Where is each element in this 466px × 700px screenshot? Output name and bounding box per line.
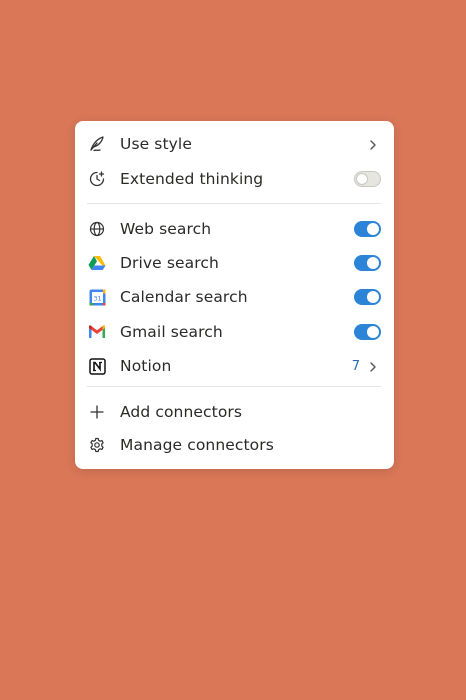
google-calendar-icon: 31 bbox=[87, 287, 107, 307]
use-style-label: Use style bbox=[120, 135, 192, 153]
gmail-search-toggle[interactable] bbox=[354, 324, 381, 340]
quill-icon bbox=[87, 134, 107, 154]
tools-menu: Use style Extended thinking Web search D… bbox=[75, 121, 394, 469]
calendar-search-item[interactable]: 31 Calendar search bbox=[75, 282, 394, 312]
toggle-knob bbox=[367, 326, 379, 338]
svg-text:31: 31 bbox=[93, 294, 101, 302]
chevron-right-icon bbox=[366, 359, 380, 373]
calendar-search-label: Calendar search bbox=[120, 288, 248, 306]
add-connectors-label: Add connectors bbox=[120, 403, 243, 421]
gmail-icon bbox=[87, 322, 107, 342]
toggle-knob bbox=[367, 223, 379, 235]
notion-icon bbox=[87, 356, 107, 376]
manage-connectors-label: Manage connectors bbox=[120, 436, 274, 454]
web-search-item[interactable]: Web search bbox=[75, 214, 394, 244]
use-style-item[interactable]: Use style bbox=[75, 129, 394, 159]
add-connectors-item[interactable]: Add connectors bbox=[75, 397, 394, 427]
notion-count: 7 bbox=[351, 358, 360, 374]
divider bbox=[87, 386, 381, 387]
gmail-search-label: Gmail search bbox=[120, 323, 223, 341]
toggle-knob bbox=[367, 257, 379, 269]
web-search-label: Web search bbox=[120, 220, 212, 238]
plus-icon bbox=[87, 402, 107, 422]
drive-search-item[interactable]: Drive search bbox=[75, 248, 394, 278]
extended-thinking-toggle[interactable] bbox=[354, 171, 381, 187]
clock-plus-icon bbox=[87, 169, 107, 189]
gmail-search-item[interactable]: Gmail search bbox=[75, 317, 394, 347]
extended-thinking-label: Extended thinking bbox=[120, 170, 264, 188]
globe-icon bbox=[87, 219, 107, 239]
drive-search-toggle[interactable] bbox=[354, 255, 381, 271]
notion-label: Notion bbox=[120, 357, 172, 375]
divider bbox=[87, 203, 381, 204]
toggle-knob bbox=[367, 291, 379, 303]
extended-thinking-item[interactable]: Extended thinking bbox=[75, 164, 394, 194]
notion-item[interactable]: Notion 7 bbox=[75, 351, 394, 381]
calendar-search-toggle[interactable] bbox=[354, 289, 381, 305]
google-drive-icon bbox=[87, 253, 107, 273]
chevron-right-icon bbox=[366, 137, 380, 151]
manage-connectors-item[interactable]: Manage connectors bbox=[75, 430, 394, 460]
drive-search-label: Drive search bbox=[120, 254, 219, 272]
web-search-toggle[interactable] bbox=[354, 221, 381, 237]
gear-icon bbox=[87, 435, 107, 455]
toggle-knob bbox=[356, 173, 368, 185]
